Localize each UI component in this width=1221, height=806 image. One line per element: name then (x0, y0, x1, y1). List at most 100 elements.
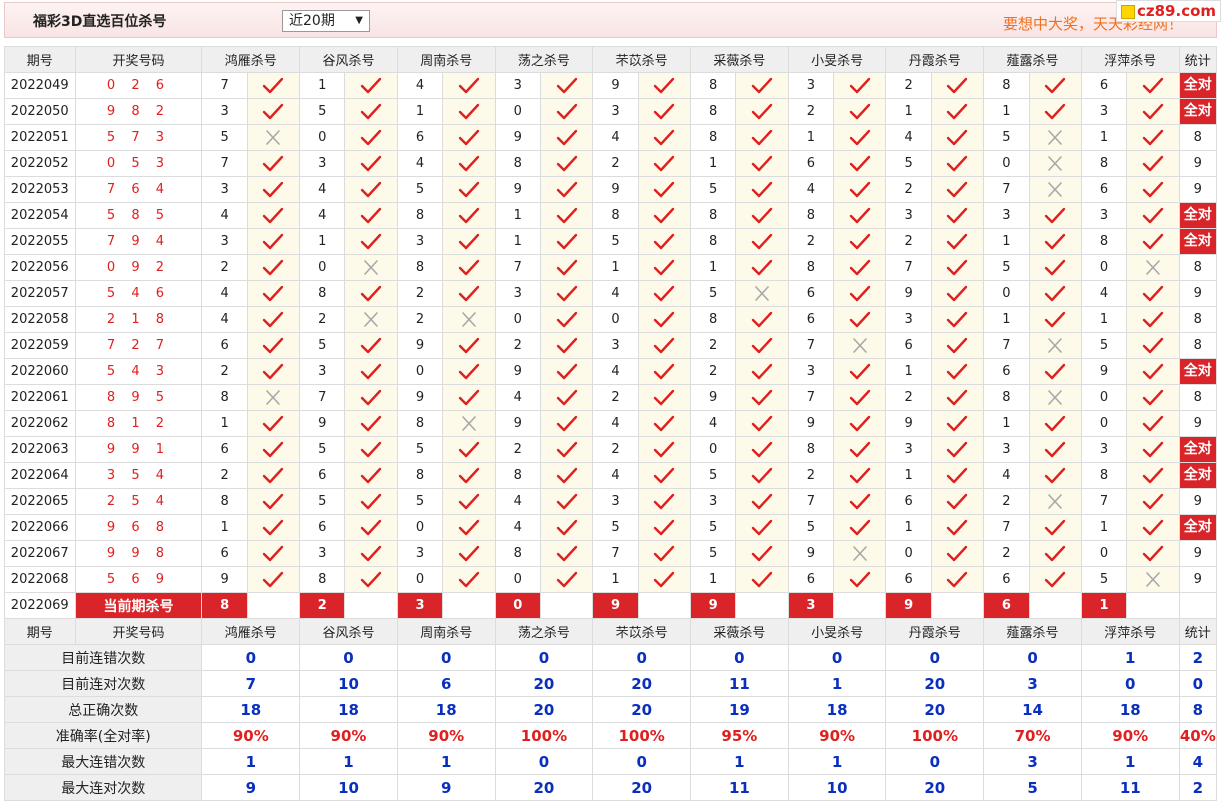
kill-number-cell: 8 (690, 228, 737, 255)
result-mark-cell (930, 384, 985, 411)
kill-number-cell: 1 (983, 98, 1030, 125)
result-mark-cell (930, 176, 985, 203)
check-icon (751, 181, 773, 197)
result-mark-cell (246, 176, 301, 203)
result-mark-cell (930, 72, 985, 99)
result-mark-cell (246, 410, 301, 437)
kill-number-cell: 0 (1080, 540, 1128, 567)
cross-icon (364, 311, 378, 327)
period-cell: 2022055 (4, 228, 76, 255)
summary-value: 6 (396, 670, 496, 697)
stat-value: 8 (1193, 260, 1202, 275)
summary-value: 10 (299, 774, 398, 801)
stat-value: 全对 (1180, 515, 1216, 540)
column-header: 荡之杀号 (494, 618, 594, 645)
period-cell: 2022061 (4, 384, 76, 411)
empty-cell (1028, 592, 1082, 619)
kill-number-cell: 8 (1080, 150, 1128, 177)
column-header: 周南杀号 (396, 618, 496, 645)
kill-number-cell: 3 (201, 98, 248, 125)
stat-value: 8 (1193, 312, 1202, 327)
result-mark-cell (246, 72, 301, 99)
check-icon (849, 181, 870, 197)
kill-number-cell: 9 (494, 358, 541, 385)
result-mark-cell (344, 410, 398, 437)
result-mark-cell (833, 462, 887, 489)
kill-number-cell: 0 (396, 358, 444, 385)
result-mark-cell (539, 306, 594, 333)
check-icon (1142, 285, 1164, 301)
kill-number-cell: 0 (885, 540, 932, 567)
check-icon (458, 233, 480, 249)
result-mark-cell (1126, 202, 1180, 229)
check-icon (263, 441, 284, 457)
site-logo[interactable]: cz89.com (1116, 0, 1221, 22)
column-header: 丹霞杀号 (885, 618, 985, 645)
kill-number-cell: 5 (592, 514, 639, 541)
check-icon (263, 363, 284, 379)
check-icon (849, 207, 870, 223)
result-mark-cell (539, 410, 594, 437)
result-mark-cell (1126, 176, 1180, 203)
period-cell: 2022064 (4, 462, 76, 489)
check-icon (1142, 155, 1164, 171)
draw-number-cell: 8 1 2 (74, 410, 203, 437)
summary-value: 0 (885, 644, 985, 671)
result-mark-cell (833, 228, 887, 255)
check-icon (1142, 311, 1164, 327)
summary-value: 0 (396, 644, 496, 671)
kill-number-cell: 5 (690, 176, 737, 203)
table-row: 2022056 0 9 22 0 8 7 1 1 8 7 5 0 8 (4, 254, 1218, 281)
kill-number-cell: 4 (299, 202, 346, 229)
result-mark-cell (1126, 98, 1180, 125)
table-row: 2022050 9 8 2 3 5 1 0 3 8 2 1 1 3 全对 (4, 98, 1218, 125)
kill-number-cell: 7 (885, 254, 932, 281)
check-icon (263, 415, 284, 431)
check-icon (360, 493, 382, 509)
check-icon (360, 233, 382, 249)
check-icon (458, 103, 480, 119)
result-mark-cell (1028, 176, 1082, 203)
result-mark-cell (930, 202, 985, 229)
cross-icon (1048, 155, 1062, 171)
result-mark-cell (930, 488, 985, 515)
result-mark-cell (930, 254, 985, 281)
summary-value: 11 (690, 774, 789, 801)
check-icon (849, 389, 870, 405)
check-icon (263, 467, 284, 483)
result-mark-cell (735, 436, 789, 463)
result-mark-cell (735, 488, 789, 515)
check-icon (556, 389, 577, 405)
summary-value: 20 (592, 696, 692, 723)
result-mark-cell (1126, 150, 1180, 177)
stat-value: 全对 (1180, 203, 1216, 228)
result-mark-cell (442, 332, 496, 359)
empty-cell (539, 592, 594, 619)
column-header: 谷风杀号 (299, 46, 398, 73)
check-icon (556, 545, 577, 561)
range-select[interactable]: 近20期 ▼ (282, 10, 370, 32)
kill-number-cell: 5 (690, 540, 737, 567)
logo-text: cz89.com (1137, 2, 1217, 20)
stat-value: 9 (1193, 546, 1202, 561)
summary-value: 0 (299, 644, 398, 671)
draw-number-cell: 5 8 5 (74, 202, 203, 229)
check-icon (1142, 363, 1164, 379)
check-icon (849, 493, 870, 509)
check-icon (1044, 545, 1066, 561)
stat-value: 全对 (1180, 359, 1216, 384)
draw-number-cell: 8 9 5 (74, 384, 203, 411)
check-icon (263, 519, 284, 535)
result-mark-cell (833, 436, 887, 463)
kill-number-cell: 7 (983, 514, 1030, 541)
period-cell: 2022049 (4, 72, 76, 99)
kill-number-cell: 8 (690, 202, 737, 229)
check-icon (458, 129, 480, 145)
kill-number-cell: 4 (201, 306, 248, 333)
check-icon (947, 519, 968, 535)
result-mark-cell (539, 72, 594, 99)
result-mark-cell (344, 332, 398, 359)
result-mark-cell (833, 280, 887, 307)
cross-icon (462, 415, 476, 431)
result-mark-cell (1028, 150, 1082, 177)
